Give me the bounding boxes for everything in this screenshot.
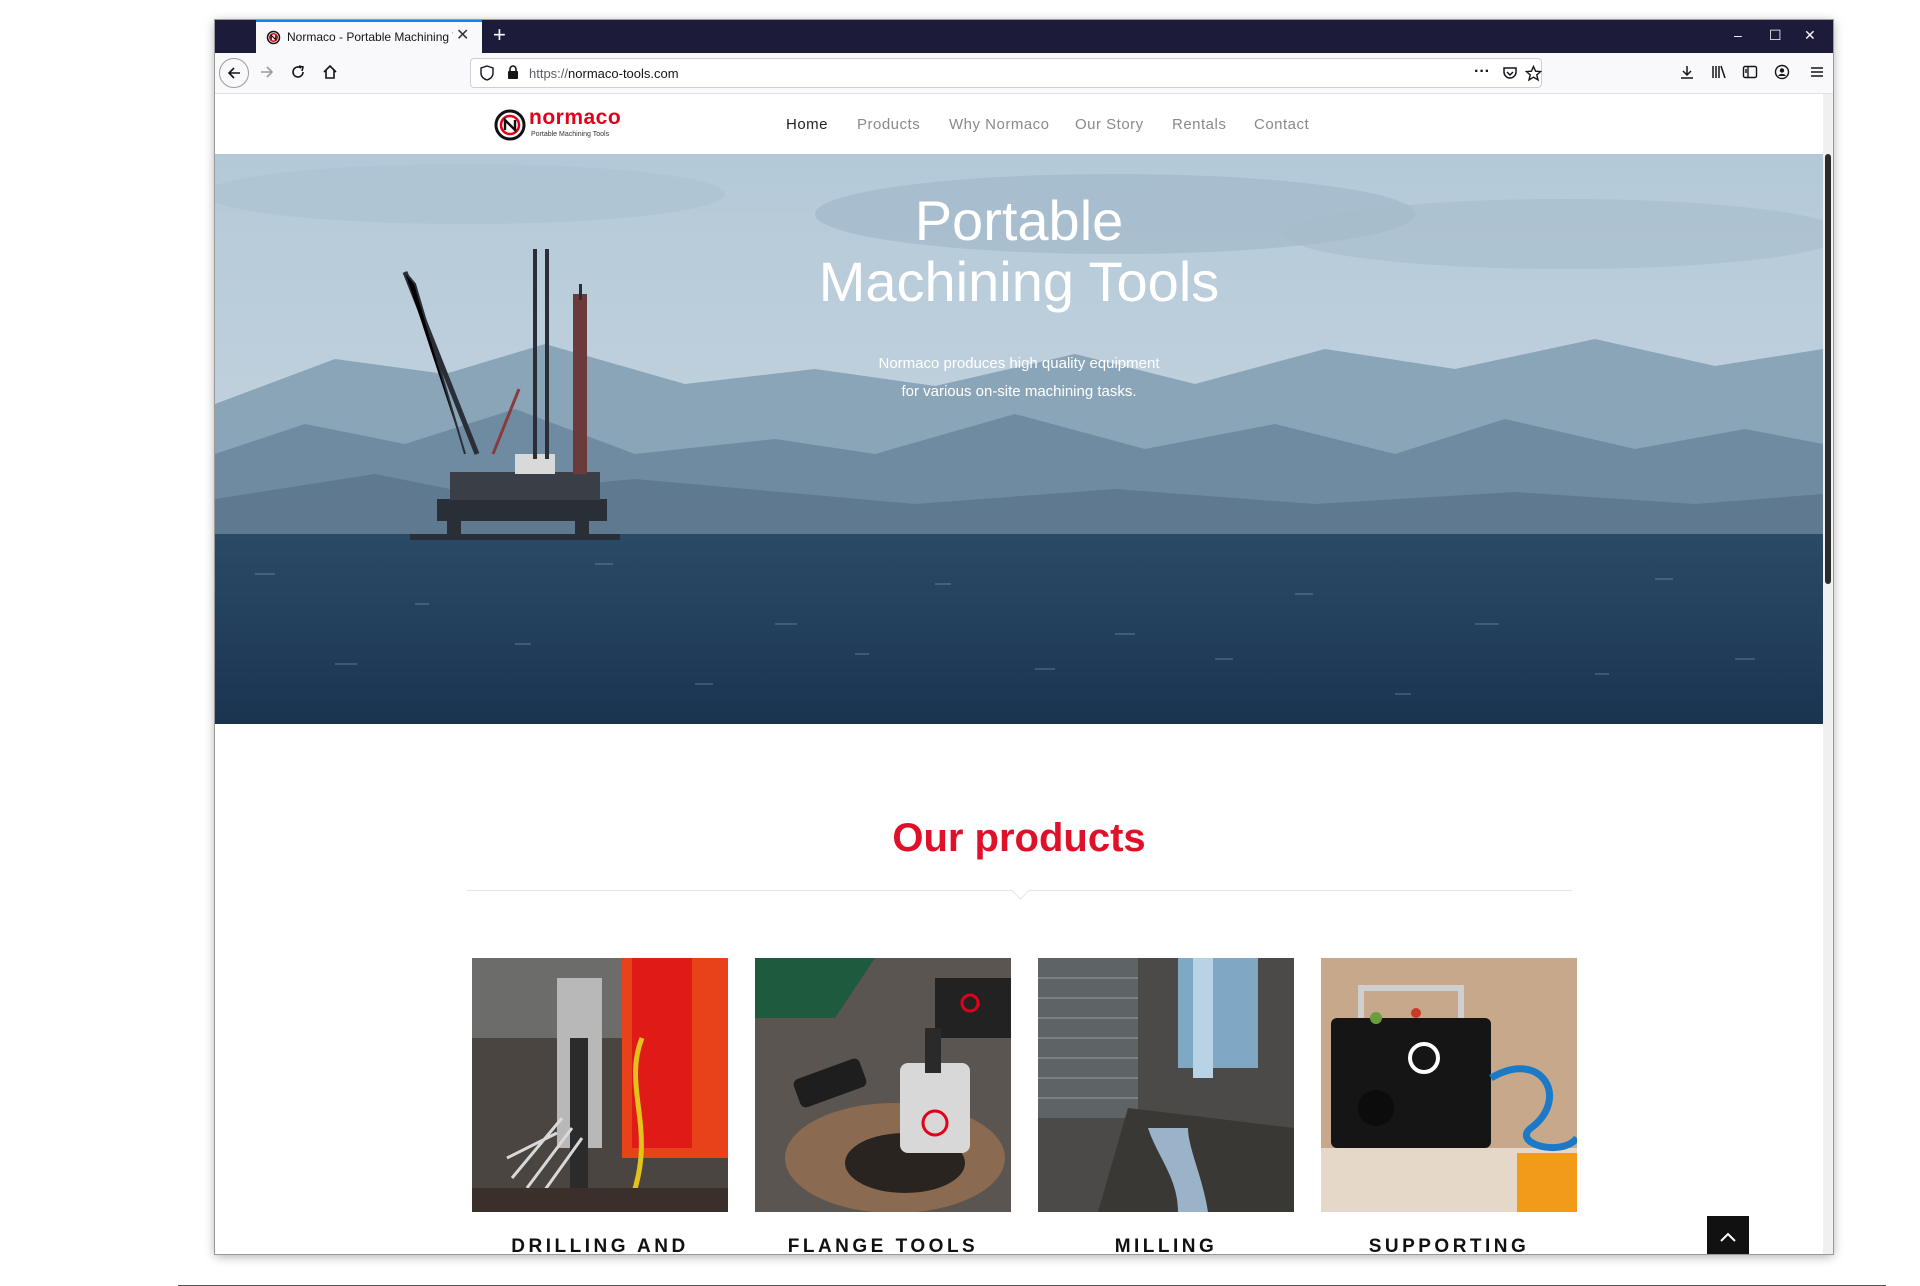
browser-window: Normaco - Portable Machining Tools ✕ + –… xyxy=(215,20,1833,1254)
close-icon[interactable]: ✕ xyxy=(456,25,469,45)
download-icon xyxy=(1681,66,1693,79)
nav-products[interactable]: Products xyxy=(857,116,920,133)
menu-button[interactable] xyxy=(1802,57,1832,87)
star-icon[interactable] xyxy=(1524,64,1543,87)
new-tab-button[interactable]: + xyxy=(493,21,506,49)
scrollbar-thumb[interactable] xyxy=(1825,154,1831,584)
site-header: normaco Portable Machining Tools Home Pr… xyxy=(215,94,1823,155)
account-button[interactable] xyxy=(1767,57,1797,87)
minimize-button[interactable]: – xyxy=(1734,24,1742,46)
back-button[interactable] xyxy=(219,58,249,88)
normaco-favicon-icon xyxy=(266,30,281,50)
menu-icon xyxy=(1811,67,1823,77)
hero-subtitle: Normaco produces high quality equipment … xyxy=(878,355,1160,400)
back-to-top-button[interactable] xyxy=(1707,1216,1749,1254)
sidebar-icon xyxy=(1742,65,1758,79)
product-card-flange[interactable]: FLANGE TOOLS xyxy=(755,958,1011,1254)
url-text[interactable]: https://normaco-tools.com xyxy=(529,66,679,81)
home-button[interactable] xyxy=(315,57,345,87)
web-page: normaco Portable Machining Tools Home Pr… xyxy=(215,94,1823,1254)
nav-why-normaco[interactable]: Why Normaco xyxy=(949,116,1050,133)
products-heading: Our products xyxy=(892,816,1146,860)
forward-button[interactable] xyxy=(252,57,282,87)
logo-wordmark: normaco xyxy=(529,106,622,129)
product-label: FLANGE TOOLS xyxy=(787,1236,979,1254)
normaco-logo-icon xyxy=(494,109,526,141)
hero-banner: Portable Machining Tools Normaco produce… xyxy=(215,154,1823,724)
pocket-icon[interactable] xyxy=(1502,65,1518,86)
nav-our-story[interactable]: Our Story xyxy=(1075,116,1144,133)
maximize-button[interactable]: ☐ xyxy=(1769,24,1782,46)
product-card-drilling[interactable]: DRILLING AND BORING xyxy=(472,958,728,1254)
more-icon[interactable]: ··· xyxy=(1474,63,1490,81)
library-button[interactable] xyxy=(1704,57,1734,87)
download-button[interactable] xyxy=(1672,57,1702,87)
nav-rentals[interactable]: Rentals xyxy=(1172,116,1226,133)
shield-icon[interactable] xyxy=(480,65,494,86)
divider-notch xyxy=(1011,881,1030,900)
forward-icon xyxy=(261,66,274,78)
reload-icon xyxy=(292,65,304,78)
nav-contact[interactable]: Contact xyxy=(1254,116,1309,133)
home-icon xyxy=(323,64,337,79)
drilling-product-image xyxy=(472,958,728,1212)
flange-product-image xyxy=(755,958,1011,1212)
account-icon xyxy=(1774,64,1790,80)
library-icon xyxy=(1712,65,1726,79)
close-window-button[interactable]: ✕ xyxy=(1804,24,1816,46)
arrow-up-icon xyxy=(1720,1232,1736,1242)
product-label: MILLING xyxy=(1114,1236,1218,1254)
tab-active[interactable]: Normaco - Portable Machining Tools ✕ xyxy=(256,20,482,53)
tab-title: Normaco - Portable Machining Tools xyxy=(287,30,453,44)
logo-tagline: Portable Machining Tools xyxy=(531,131,610,138)
product-label: SUPPORTING EQUIPMENT xyxy=(1368,1236,1530,1254)
reload-button[interactable] xyxy=(283,57,313,87)
tab-strip: Normaco - Portable Machining Tools ✕ + –… xyxy=(215,20,1833,53)
product-card-milling[interactable]: MILLING xyxy=(1038,958,1294,1254)
supporting-equipment-image xyxy=(1321,958,1577,1212)
back-icon xyxy=(227,67,240,79)
product-label: DRILLING AND BORING xyxy=(511,1236,689,1254)
url-bar[interactable]: https://normaco-tools.com ··· xyxy=(470,58,1543,88)
product-card-supporting[interactable]: SUPPORTING EQUIPMENT xyxy=(1321,958,1577,1254)
hero-title: Portable Machining Tools xyxy=(818,189,1220,313)
nav-home[interactable]: Home xyxy=(786,116,828,133)
navigation-toolbar: https://normaco-tools.com ··· xyxy=(215,53,1833,94)
scrollbar[interactable] xyxy=(1823,94,1833,1254)
sidebar-button[interactable] xyxy=(1735,57,1765,87)
milling-product-image xyxy=(1038,958,1294,1212)
lock-icon[interactable] xyxy=(507,65,519,85)
